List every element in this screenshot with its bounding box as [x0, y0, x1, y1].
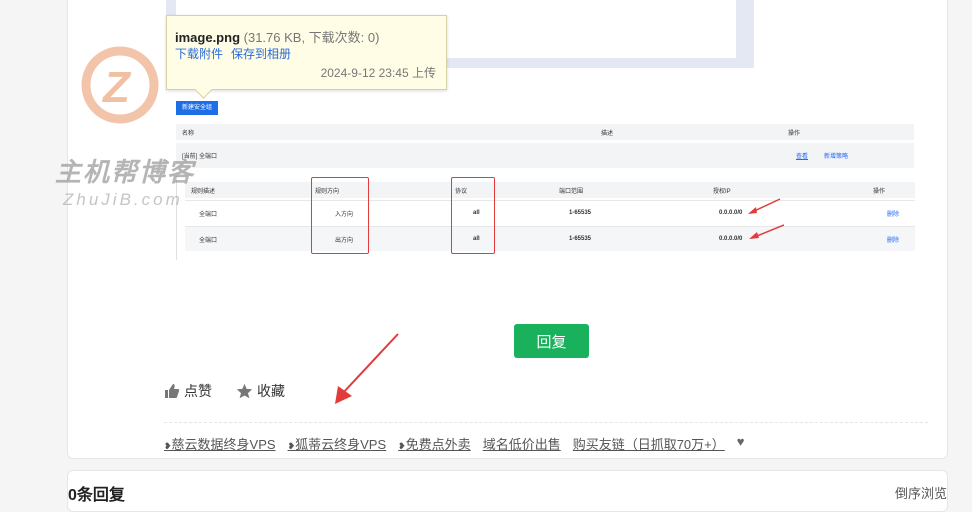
- group-row: [当前] 全端口 查看 新增策略: [176, 143, 914, 168]
- col-ops: 操作: [788, 130, 801, 137]
- footer-links: ❥慈云数据终身VPS ❥狐蒂云终身VPS ❥免费点外卖 域名低价出售 购买友链（…: [164, 434, 744, 453]
- footer-link[interactable]: 购买友链（日抓取70万+）: [573, 434, 725, 453]
- col-name: 名称: [182, 130, 195, 137]
- col-ip: 授权IP: [713, 188, 731, 195]
- col-rule-ops: 操作: [873, 188, 886, 195]
- rules-table-header: 规则描述 规则方向 协议 端口范围 授权IP 操作: [185, 182, 915, 198]
- col-rule-desc: 规则描述: [191, 188, 216, 195]
- rule-delete-link: 删除: [887, 211, 900, 218]
- table-row: 全端口 入方向 all 1-65535 0.0.0.0/0 删除: [185, 200, 915, 225]
- group-table-header: 名称 描述 操作: [176, 124, 914, 140]
- footer-link[interactable]: ❥慈云数据终身VPS: [164, 434, 276, 453]
- protocol-highlight-box: [451, 177, 495, 254]
- star-icon: [236, 383, 253, 399]
- annotation-arrow-icon: [335, 333, 399, 404]
- sort-toggle[interactable]: 倒序浏览: [895, 483, 947, 502]
- rule-port: 1-65535: [569, 210, 592, 216]
- attachment-filename: image.png: [175, 30, 241, 45]
- new-security-group-button: 新建安全组: [176, 101, 218, 115]
- rule-desc: 全端口: [199, 211, 218, 218]
- footer-link[interactable]: 域名低价出售: [483, 434, 561, 453]
- download-attachment-link[interactable]: 下载附件: [175, 47, 223, 61]
- favorite-button[interactable]: 收藏: [236, 381, 285, 401]
- save-to-album-link[interactable]: 保存到相册: [231, 47, 291, 61]
- rule-desc: 全端口: [199, 237, 218, 244]
- reply-section-header: 0条回复 倒序浏览: [67, 470, 948, 512]
- view-link: 查看: [796, 154, 809, 160]
- ip-arrow-icon: [748, 198, 784, 239]
- upload-time: 2024-9-12 23:45 上传: [320, 66, 436, 80]
- rule-ip: 0.0.0.0/0: [719, 210, 743, 216]
- attachment-meta: (31.76 KB, 下载次数: 0): [243, 30, 380, 45]
- add-rule-link: 新增策略: [824, 154, 849, 160]
- footer-link[interactable]: ❥狐蒂云终身VPS: [288, 434, 387, 453]
- rule-delete-link: 删除: [887, 237, 900, 244]
- group-name: [当前] 全端口: [182, 154, 218, 160]
- col-port: 端口范围: [559, 188, 584, 195]
- thumbs-up-icon: [165, 384, 180, 398]
- heart-icon: ♥: [736, 434, 745, 449]
- footer-link[interactable]: ❥免费点外卖: [398, 434, 471, 453]
- attachment-tooltip: image.png (31.76 KB, 下载次数: 0) 下载附件 保存到相册 …: [166, 15, 447, 99]
- reply-count: 0条回复: [68, 487, 125, 504]
- rule-ip: 0.0.0.0/0: [719, 236, 743, 242]
- direction-highlight-box: [311, 177, 369, 254]
- rule-port: 1-65535: [569, 236, 592, 242]
- divider: [164, 422, 928, 423]
- rules-table: 规则描述 规则方向 协议 端口范围 授权IP 操作 全端口 入方向 all 1-…: [176, 176, 915, 260]
- reply-button[interactable]: 回复: [514, 324, 589, 358]
- post-actions: 点赞 收藏: [164, 381, 285, 401]
- like-label: 点赞: [184, 383, 212, 399]
- table-row: 全端口 出方向 all 1-65535 0.0.0.0/0 删除: [185, 226, 915, 251]
- col-desc: 描述: [601, 130, 614, 137]
- like-button[interactable]: 点赞: [164, 381, 212, 401]
- favorite-label: 收藏: [257, 383, 285, 399]
